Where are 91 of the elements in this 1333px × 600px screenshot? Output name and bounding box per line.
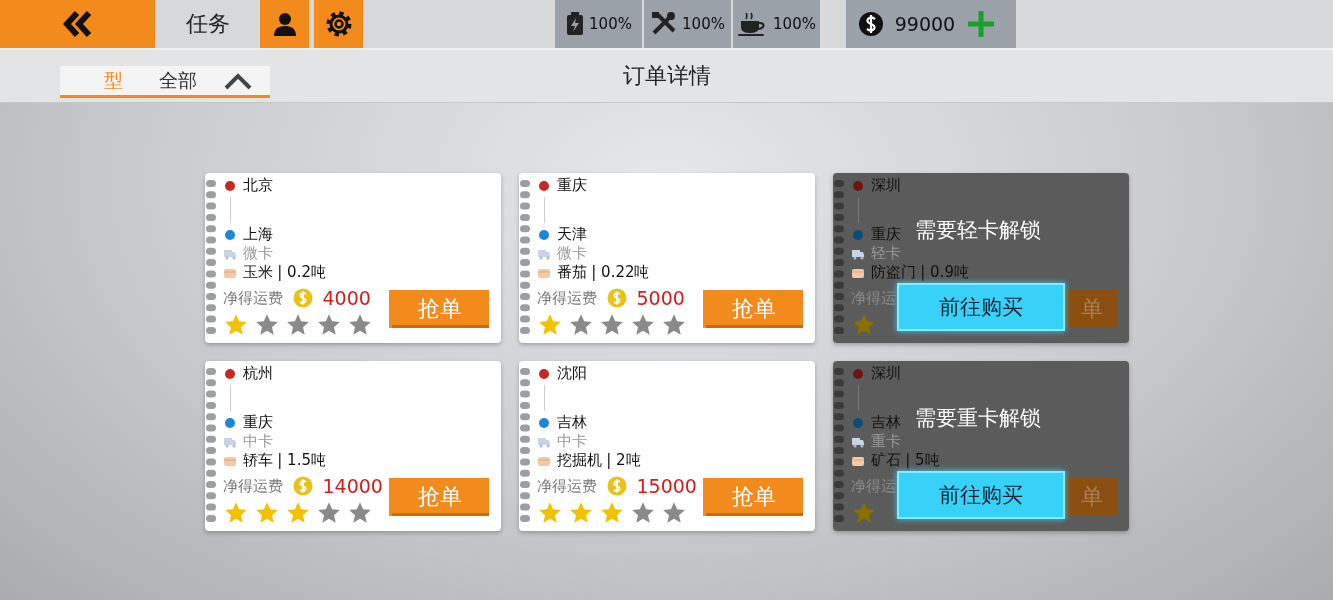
truck-icon — [850, 247, 865, 260]
grab-order-button[interactable]: 抢单 — [388, 290, 489, 328]
chevron-up-icon — [223, 71, 253, 90]
destination-city: 吉林 — [870, 413, 901, 432]
truck-type: 中卡 — [556, 432, 587, 451]
origin-city: 重庆 — [556, 176, 587, 195]
origin-dot — [224, 180, 235, 191]
truck-icon — [850, 435, 865, 448]
money-amount: 99000 — [894, 13, 956, 35]
route-line — [229, 197, 231, 223]
filter-label: 型 — [104, 67, 123, 93]
fee-label: 净得运费 — [536, 476, 597, 496]
double-chevron-icon — [62, 11, 93, 37]
truck-type: 中卡 — [242, 432, 273, 451]
truck-type: 重卡 — [870, 432, 901, 451]
origin-city: 杭州 — [242, 364, 273, 383]
resource-value: 100% — [682, 15, 725, 33]
buy-button[interactable]: 前往购买 — [896, 471, 1065, 519]
origin-dot — [538, 368, 549, 379]
coin-icon — [292, 476, 313, 496]
coin-icon — [606, 476, 627, 496]
unlock-message: 需要重卡解锁 — [914, 405, 1041, 432]
cargo-info: 矿石 | 5吨 — [870, 451, 940, 470]
filter-value: 全部 — [159, 67, 197, 93]
profile-button[interactable] — [260, 0, 309, 48]
grab-order-button[interactable]: 抢单 — [702, 478, 803, 516]
coin-icon — [606, 288, 627, 308]
origin-dot — [224, 368, 235, 379]
origin-city: 深圳 — [870, 176, 901, 195]
destination-dot — [852, 229, 863, 240]
fee-amount: 15000 — [636, 475, 697, 497]
destination-dot — [852, 417, 863, 428]
truck-icon — [536, 435, 551, 448]
grab-order-button[interactable]: 抢单 — [388, 478, 489, 516]
coin-icon — [292, 288, 313, 308]
fee-label: 净得运费 — [536, 288, 597, 308]
back-button[interactable] — [0, 0, 155, 48]
fee-amount: 4000 — [322, 287, 371, 309]
cargo-info: 防盗门 | 0.9吨 — [870, 263, 969, 282]
truck-type: 轻卡 — [870, 244, 901, 263]
person-icon — [271, 11, 298, 37]
destination-city: 重庆 — [870, 225, 901, 244]
cargo-icon — [222, 454, 237, 467]
cargo-icon — [850, 454, 865, 467]
grab-order-button[interactable]: 抢单 — [702, 290, 803, 328]
filter-dropdown[interactable]: 型 全部 — [60, 66, 270, 98]
truck-type: 微卡 — [242, 244, 273, 263]
fee-label: 净得运费 — [222, 288, 283, 308]
cargo-icon — [850, 266, 865, 279]
cargo-icon — [222, 266, 237, 279]
origin-dot — [538, 180, 549, 191]
resource-value: 100% — [589, 15, 632, 33]
destination-city: 天津 — [556, 225, 587, 244]
page-title: 订单详情 — [622, 62, 711, 90]
origin-city: 沈阳 — [556, 364, 587, 383]
fee-amount: 14000 — [322, 475, 383, 497]
fee-label: 净得运费 — [222, 476, 283, 496]
buy-button[interactable]: 前往购买 — [896, 283, 1065, 331]
truck-icon — [222, 247, 237, 260]
unlock-message: 需要轻卡解锁 — [914, 217, 1041, 244]
dollar-coin-icon — [858, 11, 884, 37]
tab-title: 任务 — [184, 10, 231, 38]
route-line — [229, 385, 231, 411]
cargo-info: 轿车 | 1.5吨 — [242, 451, 326, 470]
destination-dot — [224, 417, 235, 428]
resource-value: 100% — [773, 15, 816, 33]
truck-icon — [536, 247, 551, 260]
destination-city: 上海 — [242, 225, 273, 244]
cargo-info: 挖掘机 | 2吨 — [556, 451, 641, 470]
cargo-info: 玉米 | 0.2吨 — [242, 263, 326, 282]
truck-icon — [222, 435, 237, 448]
cargo-info: 番茄 | 0.22吨 — [556, 263, 650, 282]
route-line — [543, 197, 545, 223]
cargo-icon — [536, 266, 551, 279]
fee-amount: 5000 — [636, 287, 685, 309]
battery-icon — [565, 11, 586, 37]
destination-dot — [224, 229, 235, 240]
cargo-icon — [536, 454, 551, 467]
destination-city: 重庆 — [242, 413, 273, 432]
origin-city: 北京 — [242, 176, 273, 195]
grab-order-button[interactable]: 单 — [1064, 290, 1117, 328]
grab-order-button[interactable]: 单 — [1064, 478, 1117, 516]
destination-dot — [538, 417, 549, 428]
destination-dot — [538, 229, 549, 240]
origin-city: 深圳 — [870, 364, 901, 383]
destination-city: 吉林 — [556, 413, 587, 432]
truck-type: 微卡 — [556, 244, 587, 263]
route-line — [543, 385, 545, 411]
settings-button[interactable] — [314, 0, 363, 48]
origin-dot — [852, 180, 863, 191]
origin-dot — [852, 368, 863, 379]
